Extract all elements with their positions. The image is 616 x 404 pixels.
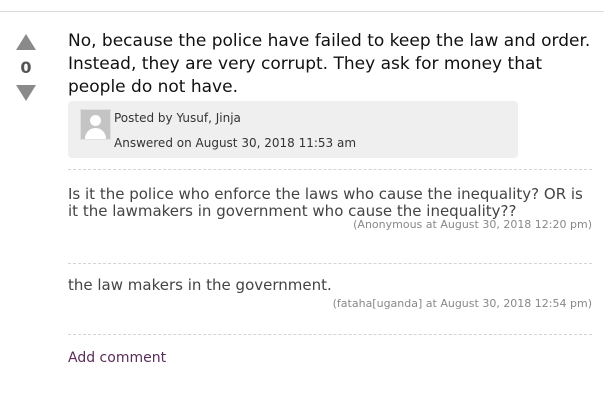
vote-count: 0 [20,58,32,77]
avatar-head-shape [90,115,101,126]
comment-item: the law makers in the government. (fatah… [68,276,592,311]
avatar-body-shape [85,128,106,139]
answered-on: Answered on August 30, 2018 11:53 am [114,136,357,150]
answer-meta-box: Posted by Yusuf, Jinja Answered on Augus… [68,101,518,158]
downvote-arrow-icon[interactable] [16,85,36,101]
comment-text: the law makers in the government. [68,276,332,294]
avatar [80,109,111,140]
comment-text: Is it the police who enforce the laws wh… [68,185,583,220]
comment-divider [68,169,592,170]
comment-meta: (fataha[uganda] at August 30, 2018 12:54… [332,297,592,310]
comment-divider [68,263,592,264]
top-divider [0,11,604,12]
upvote-arrow-icon[interactable] [16,34,36,50]
posted-by: Posted by Yusuf, Jinja [114,111,241,125]
answer-text: No, because the police have failed to ke… [68,31,591,97]
add-comment-link[interactable]: Add comment [68,350,166,366]
vote-widget: 0 [14,34,40,104]
comment-divider [68,334,592,335]
comment-item: Is it the police who enforce the laws wh… [68,185,592,232]
